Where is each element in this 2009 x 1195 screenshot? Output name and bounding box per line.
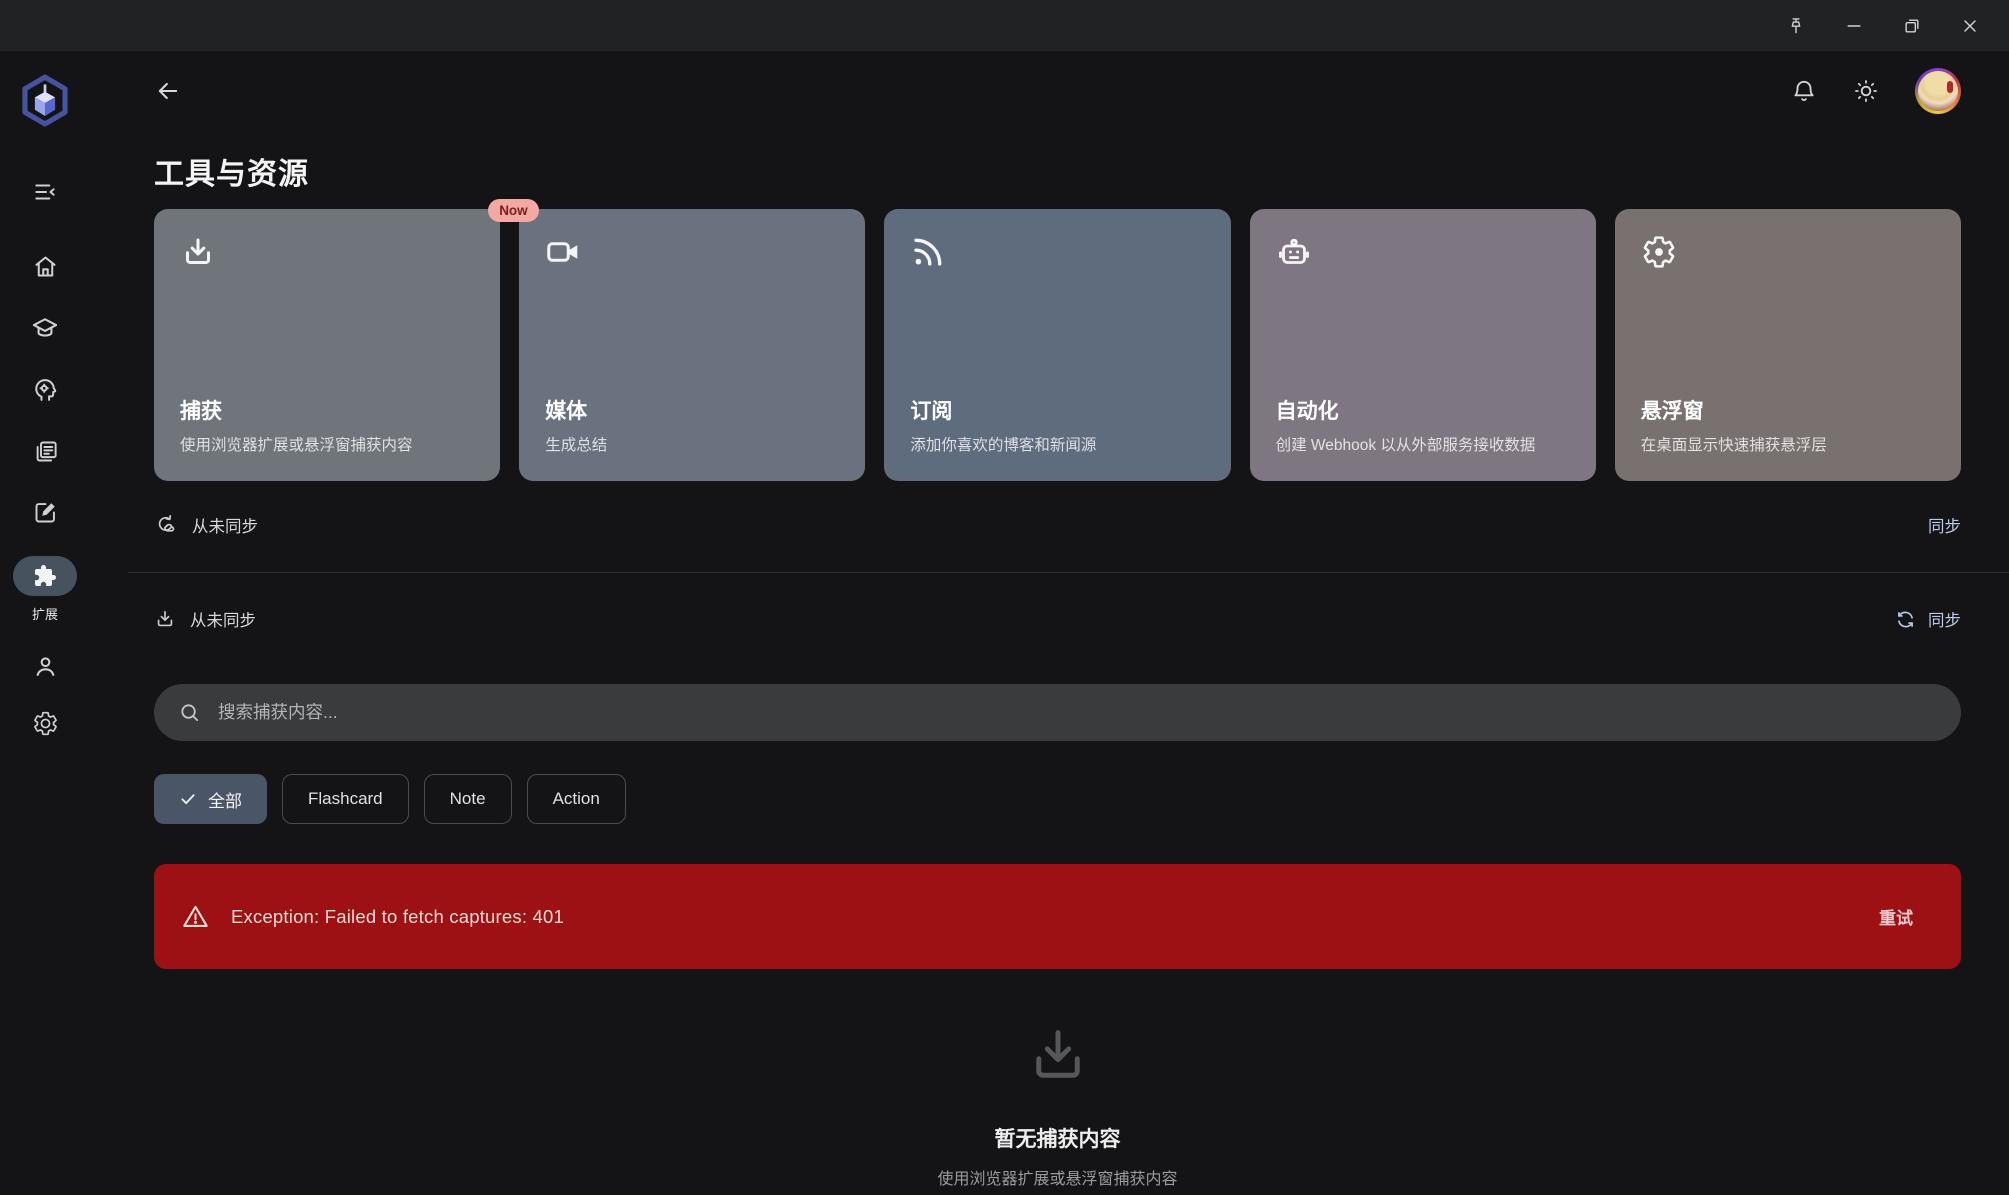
app-logo[interactable] (18, 73, 72, 133)
edit-icon (32, 499, 59, 526)
filter-action-label: Action (552, 789, 600, 808)
empty-state: 暂无捕获内容 使用浏览器扩展或悬浮窗捕获内容 (154, 1023, 1961, 1189)
minimize-icon (1844, 16, 1864, 36)
close-button[interactable] (1941, 0, 1999, 51)
now-badge: Now (488, 199, 539, 222)
card-subscription[interactable]: 订阅 添加你喜欢的博客和新闻源 (884, 209, 1231, 481)
sidebar-item-extensions[interactable] (13, 556, 77, 596)
capture-sync-button[interactable]: 同步 (1895, 607, 1961, 631)
bell-icon (1791, 78, 1817, 104)
search-icon (178, 701, 201, 724)
search-bar (154, 684, 1961, 741)
sidebar-item-compose[interactable] (32, 499, 59, 526)
user-avatar[interactable] (1915, 68, 1961, 114)
capture-sync-action-label: 同步 (1928, 612, 1961, 630)
pin-window-button[interactable] (1767, 0, 1825, 51)
download-icon (1025, 1023, 1091, 1089)
theme-toggle-button[interactable] (1853, 78, 1879, 104)
window-titlebar (0, 0, 2009, 51)
filter-note-label: Note (449, 789, 486, 808)
capture-sync-status: 从未同步 (190, 612, 256, 630)
maximize-restore-icon (1902, 16, 1922, 36)
filter-action[interactable]: Action (526, 774, 626, 824)
minimize-button[interactable] (1825, 0, 1883, 51)
retry-button[interactable]: 重试 (1879, 904, 1913, 929)
warning-icon (181, 902, 210, 931)
cloud-sync-row: 从未同步 同步 (154, 503, 1961, 547)
sidebar-item-extensions-label: 扩展 (31, 607, 58, 622)
news-icon (32, 438, 59, 465)
card-title: 悬浮窗 (1640, 399, 1704, 423)
pin-icon (1786, 16, 1806, 36)
sidebar: 扩展 (0, 51, 90, 1195)
card-title: 自动化 (1275, 399, 1339, 423)
cloud-sync-action-label: 同步 (1928, 518, 1961, 536)
back-arrow-icon (154, 77, 182, 105)
back-button[interactable] (154, 77, 182, 105)
filter-all-label: 全部 (208, 791, 242, 811)
person-icon (32, 653, 59, 680)
card-float-window[interactable]: 悬浮窗 在桌面显示快速捕获悬浮层 (1614, 209, 1961, 481)
video-camera-icon (545, 234, 839, 270)
main-content: 工具与资源 捕获 使用浏览器扩展或悬浮窗捕获内容 Now 媒体 生成总结 订阅 … (90, 51, 2009, 1195)
check-icon (179, 790, 197, 808)
home-icon (32, 253, 59, 280)
head-gear-icon (31, 376, 59, 404)
refresh-icon (1895, 609, 1916, 630)
content-header (154, 51, 1961, 131)
empty-state-subtitle: 使用浏览器扩展或悬浮窗捕获内容 (937, 1171, 1178, 1188)
gear-icon (32, 710, 59, 737)
sidebar-item-account[interactable] (32, 653, 59, 680)
empty-state-title: 暂无捕获内容 (994, 1128, 1121, 1151)
card-media[interactable]: Now 媒体 生成总结 (488, 199, 866, 481)
download-icon (154, 608, 176, 630)
graduation-cap-icon (31, 314, 59, 342)
sidebar-item-learning[interactable] (31, 314, 59, 342)
puzzle-icon (33, 564, 57, 588)
card-subtitle: 在桌面显示快速捕获悬浮层 (1640, 436, 1827, 454)
card-subtitle: 创建 Webhook 以从外部服务接收数据 (1275, 436, 1536, 454)
card-title: 订阅 (910, 399, 953, 423)
card-subtitle: 使用浏览器扩展或悬浮窗捕获内容 (180, 436, 413, 454)
card-subtitle: 添加你喜欢的博客和新闻源 (910, 436, 1097, 454)
capture-sync-row: 从未同步 同步 (154, 599, 1961, 639)
notifications-button[interactable] (1791, 78, 1817, 104)
search-input[interactable] (218, 702, 1937, 723)
filter-chips: 全部 Flashcard Note Action (154, 774, 1961, 824)
filter-flashcard[interactable]: Flashcard (282, 774, 409, 824)
sidebar-item-news[interactable] (32, 438, 59, 465)
sidebar-item-home[interactable] (32, 253, 59, 280)
card-capture[interactable]: 捕获 使用浏览器扩展或悬浮窗捕获内容 (154, 209, 501, 481)
gear-icon (1641, 234, 1935, 270)
close-icon (1960, 16, 1980, 36)
card-title: 媒体 (545, 399, 588, 423)
robot-icon (1276, 234, 1570, 270)
collapse-menu-icon (32, 179, 58, 205)
card-automation[interactable]: 自动化 创建 Webhook 以从外部服务接收数据 (1249, 209, 1596, 481)
download-icon (180, 234, 474, 270)
sidebar-item-ai[interactable] (31, 376, 59, 404)
collapse-menu-button[interactable] (32, 179, 58, 205)
page-title: 工具与资源 (154, 158, 309, 191)
error-banner: Exception: Failed to fetch captures: 401… (154, 864, 1961, 969)
avatar-image (1918, 71, 1958, 111)
filter-note[interactable]: Note (423, 774, 512, 824)
rss-icon (910, 234, 1204, 270)
sidebar-item-settings[interactable] (32, 710, 59, 737)
filter-flashcard-label: Flashcard (308, 789, 383, 808)
filter-all[interactable]: 全部 (154, 774, 267, 824)
sun-icon (1853, 78, 1879, 104)
cloud-sync-status: 从未同步 (192, 518, 258, 536)
maximize-button[interactable] (1883, 0, 1941, 51)
tool-cards: 捕获 使用浏览器扩展或悬浮窗捕获内容 Now 媒体 生成总结 订阅 添加你喜欢的… (154, 199, 1961, 481)
error-message: Exception: Failed to fetch captures: 401 (231, 905, 564, 927)
card-subtitle: 生成总结 (545, 436, 608, 454)
cloud-sync-button[interactable]: 同步 (1928, 513, 1961, 537)
cloud-sync-icon (154, 513, 178, 537)
section-divider (128, 572, 2009, 573)
card-title: 捕获 (180, 399, 222, 423)
